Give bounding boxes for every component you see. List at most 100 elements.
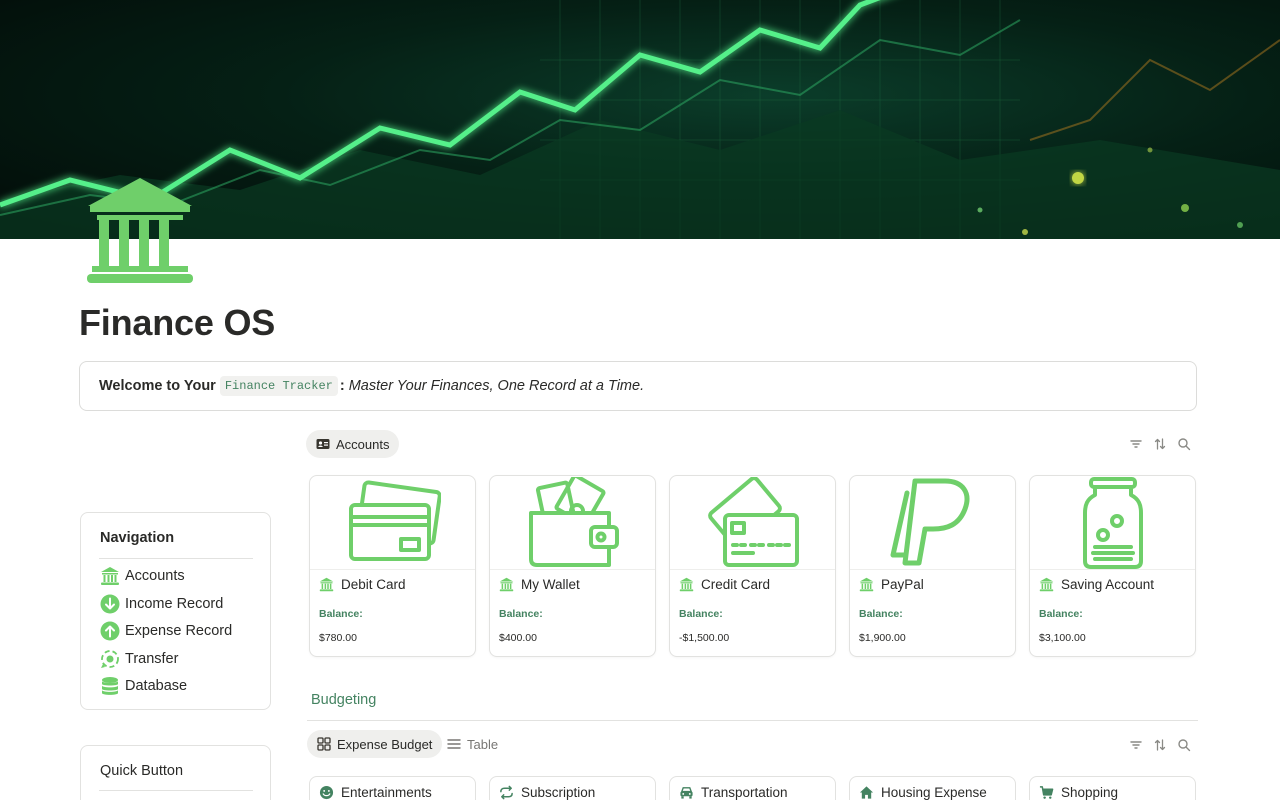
arrow-up-circle-icon <box>100 621 120 641</box>
bank-icon <box>101 567 119 585</box>
paypal-icon <box>890 478 969 565</box>
car-icon <box>680 787 693 799</box>
transfer-icon <box>101 650 119 668</box>
bank-icon <box>679 577 694 592</box>
card-name: Credit Card <box>701 577 771 592</box>
search-icon[interactable] <box>1177 738 1191 752</box>
tab-accounts[interactable]: Accounts <box>306 430 400 458</box>
search-icon[interactable] <box>1177 437 1191 451</box>
balance-value: -$1,500.00 <box>679 632 730 644</box>
callout-lead: Welcome to Your <box>99 378 216 394</box>
card-name: Shopping <box>1061 785 1119 800</box>
nav-label: Income Record <box>125 596 224 612</box>
balance-label: Balance: <box>679 608 723 620</box>
navigation-title: Navigation <box>100 530 175 546</box>
card-title: My Wallet <box>499 577 580 592</box>
sort-icon[interactable] <box>1153 738 1167 752</box>
balance-label: Balance: <box>1039 608 1083 620</box>
budget-card-transportation[interactable]: Transportation <box>669 776 836 800</box>
bank-icon[interactable] <box>84 176 196 286</box>
card-name: Subscription <box>521 785 596 800</box>
navigation-panel: Navigation Accounts Income Record Expens… <box>80 512 271 710</box>
bank-icon <box>319 577 334 592</box>
wallet-icon <box>528 476 619 567</box>
balance-value: $3,100.00 <box>1039 632 1086 644</box>
filter-icon[interactable] <box>1129 437 1143 451</box>
balance-label: Balance: <box>499 608 543 620</box>
divider <box>99 558 253 559</box>
house-icon <box>859 786 874 799</box>
credit-card-icon <box>707 476 799 567</box>
nav-label: Transfer <box>125 651 179 667</box>
bank-icon <box>499 577 514 592</box>
card-title: PayPal <box>859 577 924 592</box>
accounts-toolbar <box>1129 437 1191 451</box>
budget-card-entertainments[interactable]: Entertainments <box>309 776 476 800</box>
quick-button-title: Quick Button <box>100 763 184 779</box>
list-icon <box>447 739 461 749</box>
card-name: PayPal <box>881 577 924 592</box>
callout-tagline: Master Your Finances, One Record at a Ti… <box>348 378 645 394</box>
coin-jar-icon <box>1082 476 1143 569</box>
account-card-credit-card[interactable]: Credit Card Balance: -$1,500.00 <box>669 475 836 657</box>
account-card-my-wallet[interactable]: My Wallet Balance: $400.00 <box>489 475 656 657</box>
nav-label: Expense Record <box>125 623 233 639</box>
smile-icon <box>319 785 334 800</box>
divider <box>99 790 253 791</box>
tab-label: Table <box>467 736 499 752</box>
page-title: Finance OS <box>79 302 276 343</box>
budget-card-subscription[interactable]: Subscription <box>489 776 656 800</box>
nav-item-accounts[interactable]: Accounts <box>100 565 185 587</box>
balance-value: $400.00 <box>499 632 537 644</box>
card-cover <box>850 476 1015 570</box>
tab-label: Expense Budget <box>337 736 433 752</box>
gallery-icon <box>317 737 331 751</box>
budget-card-shopping[interactable]: Shopping <box>1029 776 1196 800</box>
sort-icon[interactable] <box>1153 437 1167 451</box>
nav-item-database[interactable]: Database <box>100 675 187 697</box>
nav-item-transfer[interactable]: Transfer <box>100 648 178 670</box>
card-cover <box>490 476 655 570</box>
budgeting-toolbar <box>1129 738 1191 752</box>
card-cover <box>310 476 475 570</box>
account-card-saving-account[interactable]: Saving Account Balance: $3,100.00 <box>1029 475 1196 657</box>
bank-icon <box>1039 577 1054 592</box>
card-cover <box>670 476 835 570</box>
card-title: Credit Card <box>679 577 770 592</box>
budgeting-heading: Budgeting <box>311 692 377 708</box>
card-name: Transportation <box>701 785 788 800</box>
cart-icon <box>1039 786 1054 799</box>
balance-label: Balance: <box>319 608 363 620</box>
nav-item-expense-record[interactable]: Expense Record <box>100 620 232 642</box>
card-title: Debit Card <box>319 577 406 592</box>
database-icon <box>102 677 118 695</box>
cards-icon <box>348 479 441 561</box>
filter-icon[interactable] <box>1129 738 1143 752</box>
card-title: Saving Account <box>1039 577 1154 592</box>
card-title: Subscription <box>499 785 595 800</box>
repeat-icon <box>500 785 513 800</box>
card-title: Entertainments <box>319 785 432 800</box>
nav-item-income-record[interactable]: Income Record <box>100 593 223 615</box>
budget-card-housing-expense[interactable]: Housing Expense <box>849 776 1016 800</box>
id-card-icon <box>316 439 330 449</box>
card-name: Saving Account <box>1061 577 1155 592</box>
tab-expense-budget[interactable]: Expense Budget <box>307 730 443 758</box>
balance-label: Balance: <box>859 608 903 620</box>
bank-icon <box>859 577 874 592</box>
card-name: My Wallet <box>521 577 580 592</box>
welcome-callout: Welcome to Your Finance Tracker : Master… <box>79 361 1197 411</box>
account-card-paypal[interactable]: PayPal Balance: $1,900.00 <box>849 475 1016 657</box>
nav-label: Accounts <box>125 568 185 584</box>
nav-label: Database <box>125 678 188 694</box>
balance-value: $1,900.00 <box>859 632 906 644</box>
card-name: Entertainments <box>341 785 432 800</box>
callout-colon: : <box>339 378 345 394</box>
callout-code: Finance Tracker <box>219 376 338 396</box>
account-card-debit-card[interactable]: Debit Card Balance: $780.00 <box>309 475 476 657</box>
card-title: Transportation <box>679 785 788 800</box>
arrow-down-circle-icon <box>100 594 120 614</box>
tab-table[interactable]: Table <box>437 730 508 758</box>
divider <box>307 720 1198 721</box>
card-title: Shopping <box>1039 785 1118 800</box>
